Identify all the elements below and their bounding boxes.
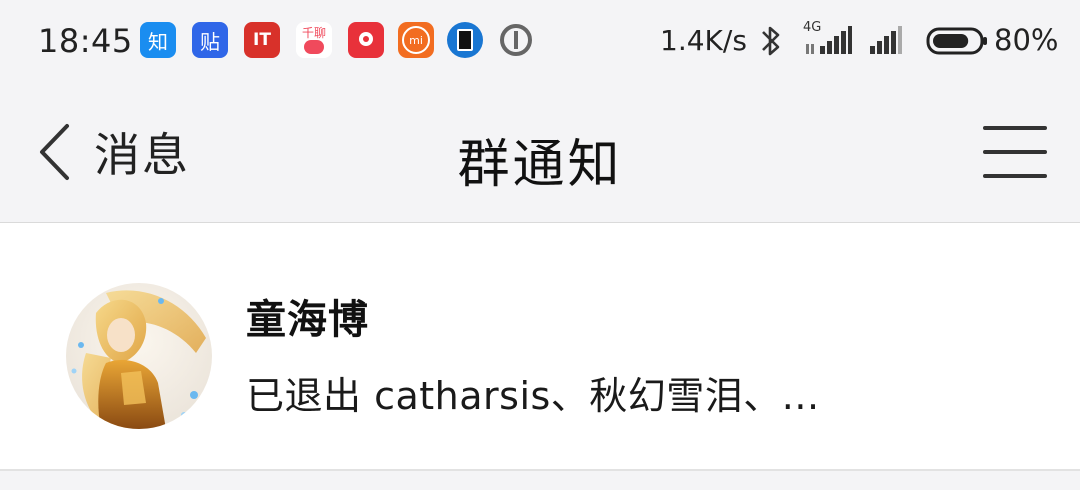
zhihu-icon: 知 [140,22,176,58]
qianliao-icon: 千聊 [296,22,332,58]
mi-icon: mi [398,22,434,58]
signal-4g-icon [806,26,852,54]
ithome-icon: IT [244,22,280,58]
notification-sender-name: 童海博 [246,297,369,343]
page-title: 群通知 [457,135,623,195]
network-speed: 1.4K/s [660,24,747,57]
circle-app-icon [498,22,534,58]
battery-percent: 80% [994,23,1059,57]
bluetooth-icon [762,26,780,56]
avatar[interactable] [66,283,212,429]
tieba-icon: 贴 [192,22,228,58]
status-bar: 18:45 知 贴 IT 千聊 mi 1.4K/s 4G 80% [0,0,1080,82]
signal-icon [870,26,902,54]
title-bar: 消息 群通知 [0,82,1080,223]
red-app-icon [348,22,384,58]
notification-list-item[interactable]: 童海博 已退出 catharsis、秋幻雪泪、... [0,223,1080,471]
battery-icon [926,27,987,55]
status-time: 18:45 [38,22,133,60]
notification-message: 已退出 catharsis、秋幻雪泪、... [246,374,820,418]
phone-manager-icon [447,22,483,58]
menu-icon[interactable] [980,122,1050,182]
